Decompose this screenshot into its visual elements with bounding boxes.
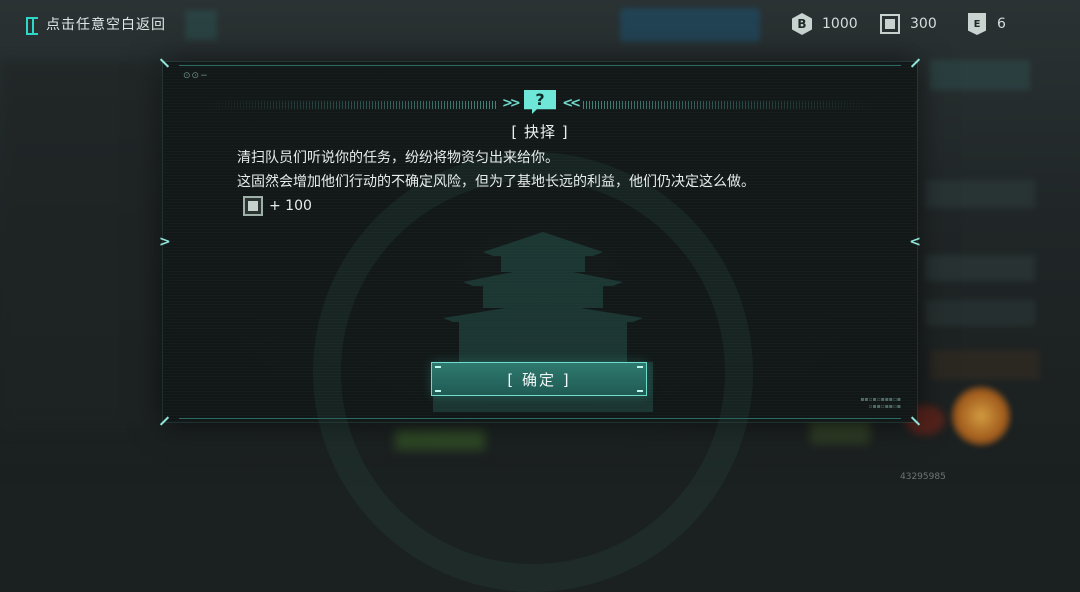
background-side-tab [925, 255, 1035, 281]
header-stripe-left [207, 101, 497, 109]
background-left-panel [0, 60, 160, 430]
event-line: 这固然会增加他们行动的不确定风险，但为了基地长远的利益，他们仍决定这么做。 [237, 174, 755, 190]
background-side-tab [930, 60, 1030, 90]
frame-top-line [179, 65, 901, 66]
resource-coin-value: 1000 [822, 16, 858, 32]
supply-crate-icon [243, 196, 263, 216]
frame-barcode-decoration: ▪▪▫▪▫▪▪▪▫▪ ▫▪▪▫▪▪▫▪ [860, 396, 901, 410]
question-bubble-icon: ? [524, 90, 556, 114]
confirm-button[interactable]: [ 确定 ] [431, 362, 647, 396]
resource-coin: B 1000 [790, 10, 858, 38]
background-side-tab [925, 180, 1035, 208]
double-chevron-right-icon: >> [502, 96, 521, 111]
resource-badge-value: 6 [997, 16, 1006, 32]
event-line: 清扫队员们听说你的任务，纷纷将物资匀出来给你。 [237, 150, 559, 166]
event-dialog: > < ⊙⊙− >> << ? [ 抉择 ] 清扫队员们听说你的任务，纷纷将物资… [159, 62, 921, 592]
background-side-tab [930, 350, 1040, 380]
reward-item: + 100 [243, 196, 312, 216]
event-description: 清扫队员们听说你的任务，纷纷将物资匀出来给你。 这固然会增加他们行动的不确定风险… [237, 146, 857, 194]
double-chevron-left-icon: << [562, 96, 581, 111]
reward-value: + 100 [269, 198, 312, 214]
frame-corner-icon [159, 58, 169, 68]
background-green-glow [810, 420, 870, 444]
frame-corner-icon [911, 58, 921, 68]
supply-crate-icon [880, 14, 900, 34]
back-label: 点击任意空白返回 [46, 17, 166, 33]
dialog-header-decoration: >> << ? [207, 90, 873, 114]
bracket-back-icon [26, 16, 40, 35]
background-side-tab [925, 300, 1035, 326]
resource-supply: 300 [878, 10, 937, 38]
player-uid: 43295985 [900, 472, 946, 482]
chevron-right-icon: > [159, 234, 171, 250]
resource-badge: E 6 [965, 10, 1006, 38]
badge-icon: E [968, 13, 986, 35]
resource-supply-value: 300 [910, 16, 937, 32]
frame-corner-icon [159, 416, 169, 426]
back-button[interactable]: 点击任意空白返回 [26, 13, 166, 35]
coin-icon: B [792, 13, 812, 35]
header-stripe-right [583, 101, 873, 109]
background-square-button [185, 10, 217, 40]
chevron-left-icon: < [909, 234, 921, 250]
frame-marker-icon: ⊙⊙− [183, 71, 209, 81]
background-action-orb [950, 385, 1012, 447]
frame-corner-icon [911, 416, 921, 426]
confirm-label: [ 确定 ] [507, 370, 571, 389]
background-blue-button [620, 8, 760, 42]
event-title: [ 抉择 ] [511, 123, 569, 141]
